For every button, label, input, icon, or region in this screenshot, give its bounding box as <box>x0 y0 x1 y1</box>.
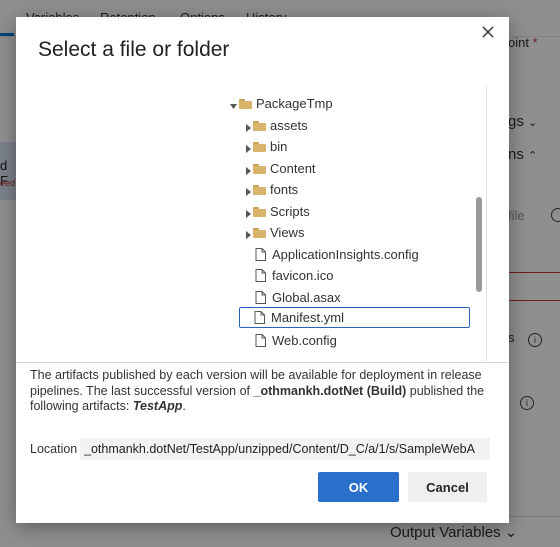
tree-item-fonts[interactable]: fonts <box>243 179 298 200</box>
tree-item-assets[interactable]: assets <box>243 115 308 136</box>
caret-right-icon[interactable] <box>243 164 253 175</box>
ok-button[interactable]: OK <box>318 472 399 502</box>
tree-item-manifest-selected[interactable]: Manifest.yml <box>239 307 470 328</box>
close-icon[interactable] <box>479 23 497 41</box>
tree-item-label: favicon.ico <box>272 268 334 283</box>
folder-icon <box>253 227 266 238</box>
folder-icon <box>253 163 266 174</box>
folder-icon <box>239 98 252 109</box>
tree-item-label: Views <box>270 225 305 240</box>
scrollbar-thumb[interactable] <box>476 197 482 292</box>
file-icon <box>255 269 266 282</box>
location-label: Location <box>30 442 78 456</box>
tree-item-packagetmp[interactable]: PackageTmp <box>229 93 333 114</box>
tree-item-favicon[interactable]: favicon.ico <box>255 265 333 286</box>
tree-item-scripts[interactable]: Scripts <box>243 201 310 222</box>
dialog-title: Select a file or folder <box>38 38 230 61</box>
caret-down-icon[interactable] <box>229 99 239 109</box>
file-tree[interactable]: ... PackageTmp assets bin Content fonts <box>16 83 509 361</box>
caret-right-icon[interactable] <box>243 121 253 132</box>
tree-item-label: fonts <box>270 182 299 197</box>
divider <box>16 362 509 363</box>
tree-item-label: ApplicationInsights.config <box>272 247 419 262</box>
cancel-button[interactable]: Cancel <box>408 472 487 502</box>
tree-item-views[interactable]: Views <box>243 222 304 243</box>
tree-item-label: Content <box>270 161 316 176</box>
tree-item-label: Global.asax <box>272 290 341 305</box>
tree-item-content[interactable]: Content <box>243 158 316 179</box>
caret-right-icon[interactable] <box>243 228 253 239</box>
caret-right-icon[interactable] <box>243 207 253 218</box>
tree-item-label: assets <box>270 118 308 133</box>
file-icon <box>255 248 266 261</box>
tree-separator <box>486 85 487 361</box>
folder-icon <box>253 184 266 195</box>
tree-item-label: bin <box>270 139 288 154</box>
artifact-description: The artifacts published by each version … <box>30 368 485 413</box>
caret-right-icon[interactable] <box>243 185 253 196</box>
folder-icon <box>253 206 266 217</box>
folder-icon <box>253 120 266 131</box>
file-icon <box>255 334 266 347</box>
tree-item-partial: ... <box>242 83 253 89</box>
tree-item-applicationinsights[interactable]: ApplicationInsights.config <box>255 244 419 265</box>
tree-item-label: Manifest.yml <box>271 310 344 325</box>
select-file-dialog: Select a file or folder ... PackageTmp a… <box>16 17 509 523</box>
file-icon <box>255 291 266 304</box>
file-icon <box>254 311 265 324</box>
tree-item-label: Web.config <box>272 333 337 348</box>
folder-icon <box>253 141 266 152</box>
caret-right-icon[interactable] <box>243 142 253 153</box>
location-input[interactable] <box>80 438 490 460</box>
tree-item-label: PackageTmp <box>256 96 333 111</box>
tree-item-web-config[interactable]: Web.config <box>255 330 337 351</box>
tree-item-label: Scripts <box>270 204 310 219</box>
tree-item-bin[interactable]: bin <box>243 136 287 157</box>
tree-item-global-asax[interactable]: Global.asax <box>255 287 341 308</box>
